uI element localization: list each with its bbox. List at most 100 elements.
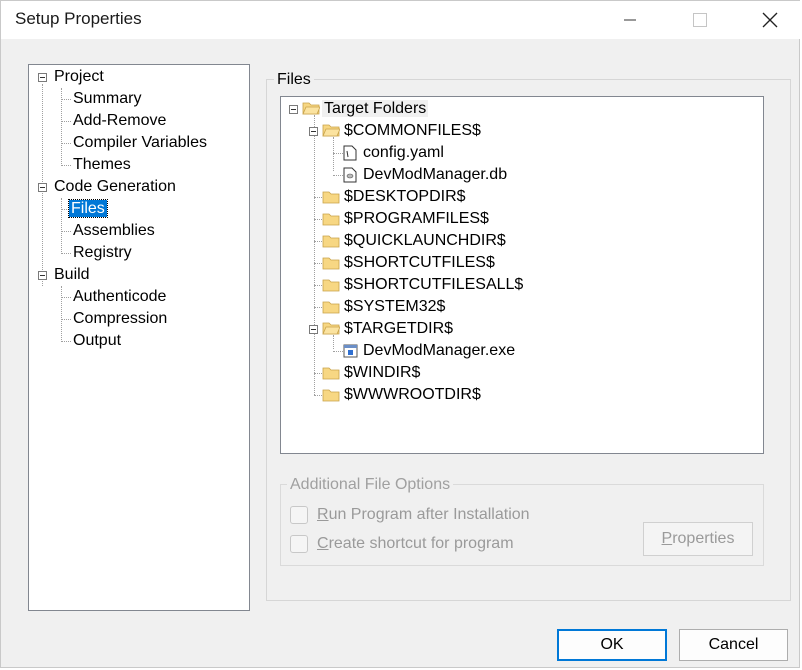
tree-item-wwwrootdir[interactable]: $WWWROOTDIR$: [342, 385, 483, 405]
tree-item-label: Assemblies: [73, 222, 155, 239]
target-folders-tree[interactable]: Target Folders $COMMONFILES$ config.yaml…: [280, 96, 764, 454]
folder-open-icon: [322, 322, 340, 335]
mnemonic-char: R: [317, 506, 329, 523]
tree-item-label: DevModManager.exe: [363, 342, 516, 359]
tree-item-summary[interactable]: Summary: [71, 89, 143, 109]
close-button[interactable]: [747, 1, 793, 39]
cancel-button[interactable]: Cancel: [679, 629, 788, 661]
tree-item-devmodmanager-db[interactable]: DevModManager.db: [361, 165, 509, 185]
tree-connector: [333, 137, 334, 171]
tree-item-code-generation[interactable]: Code Generation: [52, 177, 178, 197]
tree-item-label: config.yaml: [363, 144, 444, 161]
tree-item-label: Output: [73, 332, 122, 349]
tree-item-label: $WWWROOTDIR$: [344, 386, 481, 403]
ok-button[interactable]: OK: [557, 629, 667, 661]
tree-connector: [333, 335, 334, 349]
mnemonic-char: P: [661, 530, 673, 547]
tree-item-label: Code Generation: [54, 178, 176, 195]
category-tree[interactable]: Project Summary Add-Remove Compiler Vari…: [28, 64, 250, 611]
tree-item-label: Authenticode: [73, 288, 167, 305]
run-program-checkbox[interactable]: [290, 506, 308, 524]
collapse-toggle-icon[interactable]: [38, 183, 47, 192]
tree-item-add-remove[interactable]: Add-Remove: [71, 111, 168, 131]
label-text: un Program after Installation: [328, 506, 530, 523]
tree-item-compiler-variables[interactable]: Compiler Variables: [71, 133, 209, 153]
tree-connector: [61, 143, 71, 144]
tree-item-label: $COMMONFILES$: [344, 122, 481, 139]
folder-icon: [322, 279, 340, 292]
collapse-toggle-icon[interactable]: [289, 105, 298, 114]
minimize-icon: [624, 19, 636, 21]
minimize-button[interactable]: [607, 1, 653, 39]
collapse-toggle-icon[interactable]: [309, 127, 318, 136]
tree-item-label: Add-Remove: [73, 112, 167, 129]
tree-item-label: $WINDIR$: [344, 364, 421, 381]
label-text: reate shortcut for program: [328, 535, 514, 552]
files-group-caption: Files: [274, 71, 314, 89]
tree-item-label: Files: [68, 199, 108, 218]
tree-item-devmodmanager-exe[interactable]: DevModManager.exe: [361, 341, 517, 361]
folder-open-icon: [322, 124, 340, 137]
tree-connector: [61, 198, 62, 254]
close-icon: [762, 12, 778, 28]
tree-item-compression[interactable]: Compression: [71, 309, 169, 329]
setup-properties-dialog: Setup Properties Project Summary Add-Rem…: [0, 0, 801, 668]
tree-item-quicklaunchdir[interactable]: $QUICKLAUNCHDIR$: [342, 231, 508, 251]
tree-item-desktopdir[interactable]: $DESKTOPDIR$: [342, 187, 468, 207]
tree-connector: [61, 286, 62, 342]
tree-item-output[interactable]: Output: [71, 331, 123, 351]
tree-item-programfiles[interactable]: $PROGRAMFILES$: [342, 209, 491, 229]
tree-connector: [61, 121, 71, 122]
create-shortcut-checkbox[interactable]: [290, 535, 308, 553]
tree-item-system32[interactable]: $SYSTEM32$: [342, 297, 447, 317]
tree-item-label: Compression: [73, 310, 168, 327]
tree-item-project[interactable]: Project: [52, 67, 106, 87]
folder-icon: [322, 257, 340, 270]
tree-item-label: Compiler Variables: [73, 134, 207, 151]
tree-item-shortcutfiles[interactable]: $SHORTCUTFILES$: [342, 253, 497, 273]
tree-item-themes[interactable]: Themes: [71, 155, 133, 175]
tree-item-label: $SHORTCUTFILESALL$: [344, 276, 524, 293]
tree-item-commonfiles[interactable]: $COMMONFILES$: [342, 121, 483, 141]
tree-connector: [61, 253, 71, 254]
tree-item-label: $SHORTCUTFILES$: [344, 254, 495, 271]
collapse-toggle-icon[interactable]: [38, 73, 47, 82]
folder-icon: [322, 213, 340, 226]
collapse-toggle-icon[interactable]: [309, 325, 318, 334]
tree-item-label: Themes: [73, 156, 131, 173]
tree-item-label: DevModManager.db: [363, 166, 508, 183]
run-program-label: Run Program after Installation: [317, 506, 530, 524]
tree-item-label: Build: [54, 266, 90, 283]
label-text: roperties: [672, 530, 735, 547]
tree-item-windir[interactable]: $WINDIR$: [342, 363, 422, 383]
window-title: Setup Properties: [15, 9, 142, 28]
maximize-button[interactable]: [677, 1, 723, 39]
tree-item-shortcutfilesall[interactable]: $SHORTCUTFILESALL$: [342, 275, 525, 295]
tree-connector: [61, 319, 71, 320]
folder-icon: [322, 235, 340, 248]
collapse-toggle-icon[interactable]: [38, 271, 47, 280]
tree-item-config-yaml[interactable]: config.yaml: [361, 143, 446, 163]
create-shortcut-label: Create shortcut for program: [317, 535, 514, 553]
tree-item-authenticode[interactable]: Authenticode: [71, 287, 168, 307]
tree-item-registry[interactable]: Registry: [71, 243, 134, 263]
tree-item-label: Project: [54, 68, 104, 85]
properties-button[interactable]: Properties: [643, 522, 753, 556]
tree-item-target-folders[interactable]: Target Folders: [322, 99, 429, 119]
tree-connector: [333, 175, 343, 176]
tree-item-files[interactable]: Files: [68, 199, 108, 219]
tree-item-targetdir[interactable]: $TARGETDIR$: [342, 319, 455, 339]
tree-item-label: $DESKTOPDIR$: [344, 188, 466, 205]
folder-icon: [322, 389, 340, 402]
exe-file-icon: [343, 344, 358, 358]
tree-item-label: $QUICKLAUNCHDIR$: [344, 232, 506, 249]
tree-item-label: Summary: [73, 90, 142, 107]
folder-icon: [322, 301, 340, 314]
tree-item-label: Target Folders: [322, 100, 429, 117]
tree-connector: [61, 165, 71, 166]
tree-connector: [314, 115, 315, 395]
tree-connector: [61, 99, 71, 100]
folder-open-icon: [302, 102, 320, 115]
tree-item-assemblies[interactable]: Assemblies: [71, 221, 157, 241]
tree-item-build[interactable]: Build: [52, 265, 92, 285]
